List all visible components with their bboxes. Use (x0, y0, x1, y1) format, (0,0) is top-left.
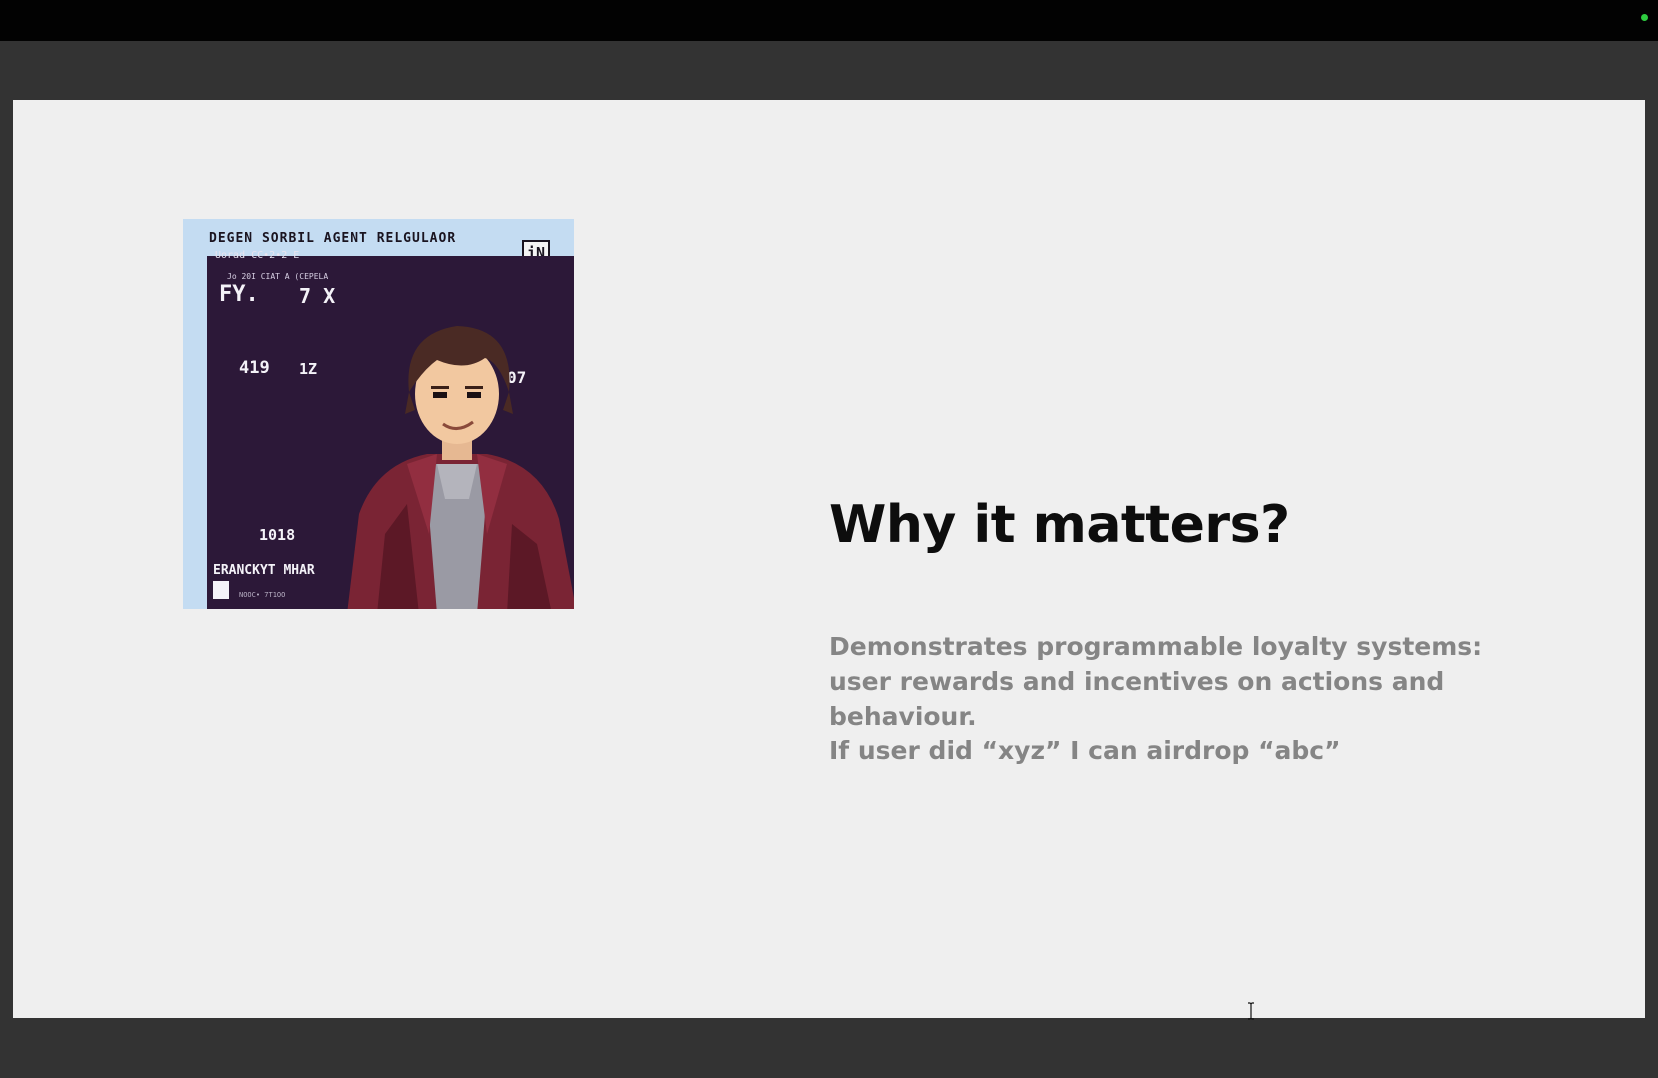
card-stat-3: 419 (239, 358, 270, 378)
slide-example: If user did “xyz” I can airdrop “abc” (829, 736, 1341, 765)
top-bar (0, 0, 1658, 41)
document-icon (213, 581, 229, 599)
text-cursor-icon (1248, 1002, 1254, 1020)
card-stat-1: FY. (219, 282, 259, 307)
card-title: DEGEN SORBIL AGENT RELGULAOR (209, 231, 457, 246)
card-stat-2: 7 X (299, 284, 336, 308)
pixel-art-card-image: DEGEN SORBIL AGENT RELGULAOR Uorad CC•2•… (183, 219, 574, 609)
slide-body: Demonstrates programmable loyalty system… (829, 632, 1483, 731)
status-dot-icon (1641, 14, 1648, 21)
card-footer-sub: NOOC• 7T1OO (239, 591, 286, 599)
slide-canvas: DEGEN SORBIL AGENT RELGULAOR Uorad CC•2•… (13, 100, 1645, 1020)
slide-title: Why it matters? (829, 495, 1290, 555)
card-date: Uorad CC•2•2 E (215, 250, 300, 261)
card-panel: Jo 20I CIAT A (CEPELA FY. 7 X 419 1Z 07 … (207, 256, 574, 609)
character-illustration (347, 326, 574, 609)
card-subline: Jo 20I CIAT A (CEPELA (227, 272, 329, 281)
card-stat-6: 1018 (259, 526, 296, 544)
card-footer: ERANCKYT MHAR (213, 563, 315, 578)
card-stat-4: 1Z (299, 360, 318, 378)
